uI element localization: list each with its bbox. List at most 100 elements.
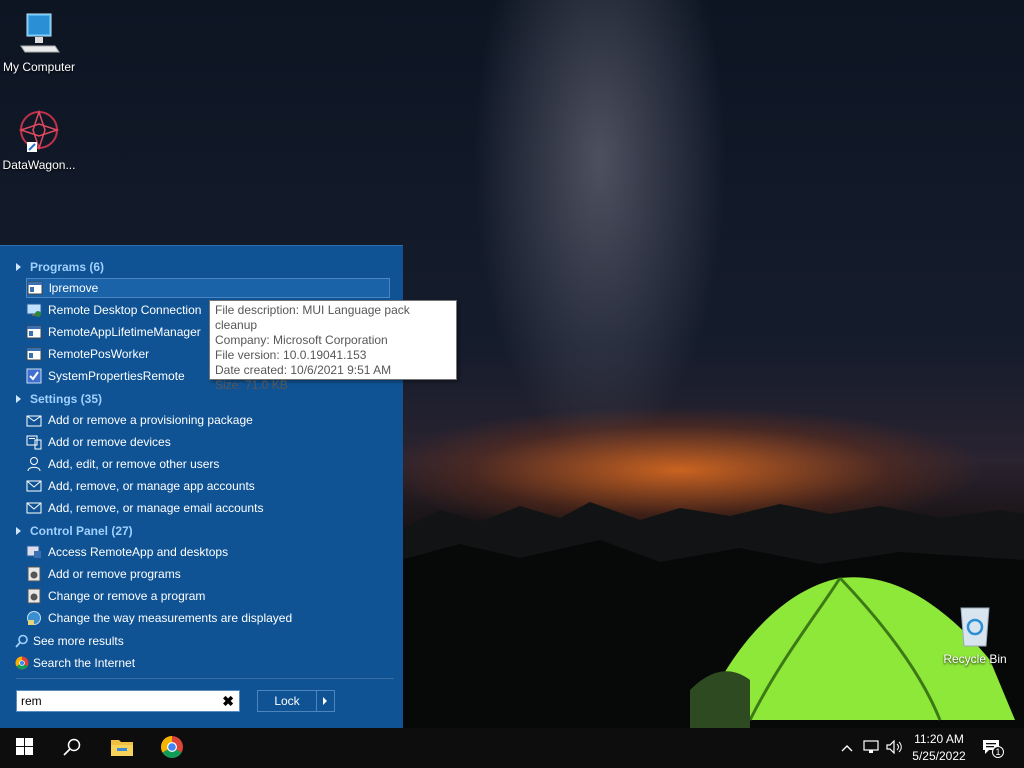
see-more-label: See more results [33, 634, 124, 648]
start-menu-separator [16, 678, 394, 679]
expand-triangle-icon [16, 527, 21, 535]
programs-icon [26, 588, 42, 604]
lock-button[interactable]: Lock [257, 690, 335, 712]
program-label: RemoteAppLifetimeManager [48, 325, 201, 339]
show-hidden-icons-button[interactable] [838, 728, 856, 768]
chrome-taskbar-button[interactable] [148, 728, 196, 768]
lock-button-label: Lock [258, 691, 317, 711]
control-panel-label: Access RemoteApp and desktops [48, 545, 229, 559]
program-window-icon [27, 280, 43, 296]
taskbar: 11:20 AM 5/25/2022 1 [0, 728, 1024, 768]
start-search-input[interactable] [21, 692, 211, 710]
program-item-remote-desktop-connection[interactable]: Remote Desktop Connection [26, 300, 201, 320]
setting-item-devices[interactable]: Add or remove devices [26, 432, 171, 452]
desktop-icon-my-computer[interactable]: My Computer [1, 10, 77, 74]
expand-triangle-icon [16, 395, 21, 403]
chevron-up-icon [841, 741, 853, 755]
group-label: Settings (35) [30, 392, 103, 406]
lock-options-arrow-icon[interactable] [323, 697, 327, 705]
remote-desktop-icon [26, 302, 42, 318]
start-search-box[interactable]: ✖ [16, 690, 240, 712]
setting-item-other-users[interactable]: Add, edit, or remove other users [26, 454, 219, 474]
program-window-icon [26, 324, 42, 340]
chrome-icon [160, 735, 184, 762]
network-icon [863, 739, 879, 757]
setting-label: Add or remove a provisioning package [48, 413, 253, 427]
mail-icon [26, 478, 42, 494]
desktop-icon-label: Recycle Bin [943, 652, 1007, 666]
control-panel-item-remoteapp[interactable]: Access RemoteApp and desktops [26, 542, 228, 562]
notification-count-badge: 1 [992, 746, 1004, 758]
system-properties-icon [26, 368, 42, 384]
network-tray-button[interactable] [860, 728, 882, 768]
setting-item-app-accounts[interactable]: Add, remove, or manage app accounts [26, 476, 255, 496]
program-label: SystemPropertiesRemote [48, 369, 185, 383]
mail-icon [26, 500, 42, 516]
chrome-icon [14, 655, 30, 671]
setting-label: Add, remove, or manage email accounts [48, 501, 264, 515]
speaker-icon [886, 739, 904, 757]
group-header-control-panel[interactable]: Control Panel (27) [16, 522, 133, 540]
group-header-programs[interactable]: Programs (6) [16, 258, 104, 276]
program-item-remoteapplifetimemanager[interactable]: RemoteAppLifetimeManager [26, 322, 201, 342]
group-label: Control Panel (27) [30, 524, 133, 538]
desktop-icon-label: My Computer [2, 60, 76, 74]
programs-icon [26, 566, 42, 582]
control-panel-label: Change or remove a program [48, 589, 206, 603]
package-icon [26, 412, 42, 428]
program-window-icon [26, 346, 42, 362]
search-icon [63, 738, 81, 759]
program-label: Remote Desktop Connection [48, 303, 202, 317]
taskbar-search-button[interactable] [48, 728, 96, 768]
see-more-results-link[interactable]: See more results [14, 631, 124, 651]
expand-triangle-icon [16, 263, 21, 271]
setting-label: Add, edit, or remove other users [48, 457, 220, 471]
program-label: RemotePosWorker [48, 347, 150, 361]
notification-icon: 1 [982, 738, 1004, 758]
file-explorer-button[interactable] [98, 728, 146, 768]
tooltip-line: Company: Microsoft Corporation [215, 333, 388, 347]
volume-tray-button[interactable] [884, 728, 906, 768]
tooltip-line: Date created: 10/6/2021 9:51 AM [215, 363, 392, 377]
computer-icon [15, 10, 63, 58]
user-icon [26, 456, 42, 472]
windows-logo-icon [15, 738, 33, 758]
recycle-bin-icon [951, 602, 999, 650]
devices-icon [26, 434, 42, 450]
search-icon [14, 633, 30, 649]
control-panel-item-add-remove-programs[interactable]: Add or remove programs [26, 564, 181, 584]
desktop-icon-recycle-bin[interactable]: Recycle Bin [937, 602, 1013, 666]
search-internet-label: Search the Internet [33, 656, 136, 670]
clock-time: 11:20 AM [914, 732, 964, 746]
control-panel-label: Add or remove programs [48, 567, 181, 581]
desktop-icon-label: DataWagon... [2, 158, 76, 172]
setting-item-email-accounts[interactable]: Add, remove, or manage email accounts [26, 498, 263, 518]
control-panel-label: Change the way measurements are displaye… [48, 611, 293, 625]
tooltip-line: File version: 10.0.19041.153 [215, 348, 367, 362]
setting-item-provisioning-package[interactable]: Add or remove a provisioning package [26, 410, 253, 430]
group-label: Programs (6) [30, 260, 105, 274]
remoteapp-icon [26, 544, 42, 560]
tooltip-line: Size: 71.0 KB [215, 378, 288, 392]
program-label: lpremove [49, 281, 99, 295]
setting-label: Add, remove, or manage app accounts [48, 479, 255, 493]
clear-search-icon[interactable]: ✖ [222, 693, 234, 710]
tooltip-line: File description: MUI Language pack clea… [215, 303, 410, 332]
control-panel-item-change-remove-program[interactable]: Change or remove a program [26, 586, 205, 606]
taskbar-clock[interactable]: 11:20 AM 5/25/2022 [904, 731, 974, 765]
clock-date: 5/25/2022 [912, 749, 966, 763]
group-header-settings[interactable]: Settings (35) [16, 390, 102, 408]
search-internet-link[interactable]: Search the Internet [14, 653, 135, 673]
program-item-lpremove[interactable]: lpremove [26, 278, 390, 298]
region-icon [26, 610, 42, 626]
control-panel-item-measurements[interactable]: Change the way measurements are displaye… [26, 608, 292, 628]
program-item-systempropertiesremote[interactable]: SystemPropertiesRemote [26, 366, 185, 386]
start-button[interactable] [0, 728, 48, 768]
setting-label: Add or remove devices [48, 435, 171, 449]
datawagon-logo-icon [15, 108, 63, 156]
file-tooltip: File description: MUI Language pack clea… [209, 300, 457, 392]
desktop-icon-datawagon[interactable]: DataWagon... [1, 108, 77, 172]
program-item-remoteposworker[interactable]: RemotePosWorker [26, 344, 149, 364]
action-center-button[interactable]: 1 [978, 728, 1008, 768]
folder-icon [110, 737, 134, 760]
